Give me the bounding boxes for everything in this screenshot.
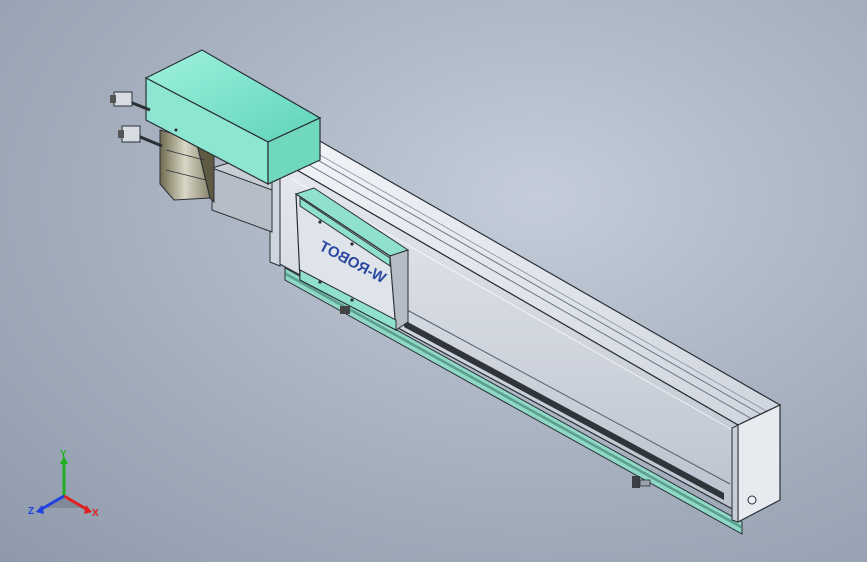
linear-actuator-model[interactable]: W-ROBOT xyxy=(0,0,867,562)
coordinate-triad: Y X Z xyxy=(28,449,99,519)
actuator-body xyxy=(274,139,782,523)
triad-z-label: Z xyxy=(28,506,34,517)
triad-y-label: Y xyxy=(60,449,67,460)
carriage-connector xyxy=(340,306,350,314)
triad-x-label: X xyxy=(92,508,99,519)
z-arrow-icon xyxy=(36,505,44,514)
graphics-viewport[interactable]: W-ROBOT Y X Z xyxy=(0,0,867,562)
x-arrow-icon xyxy=(84,505,92,514)
